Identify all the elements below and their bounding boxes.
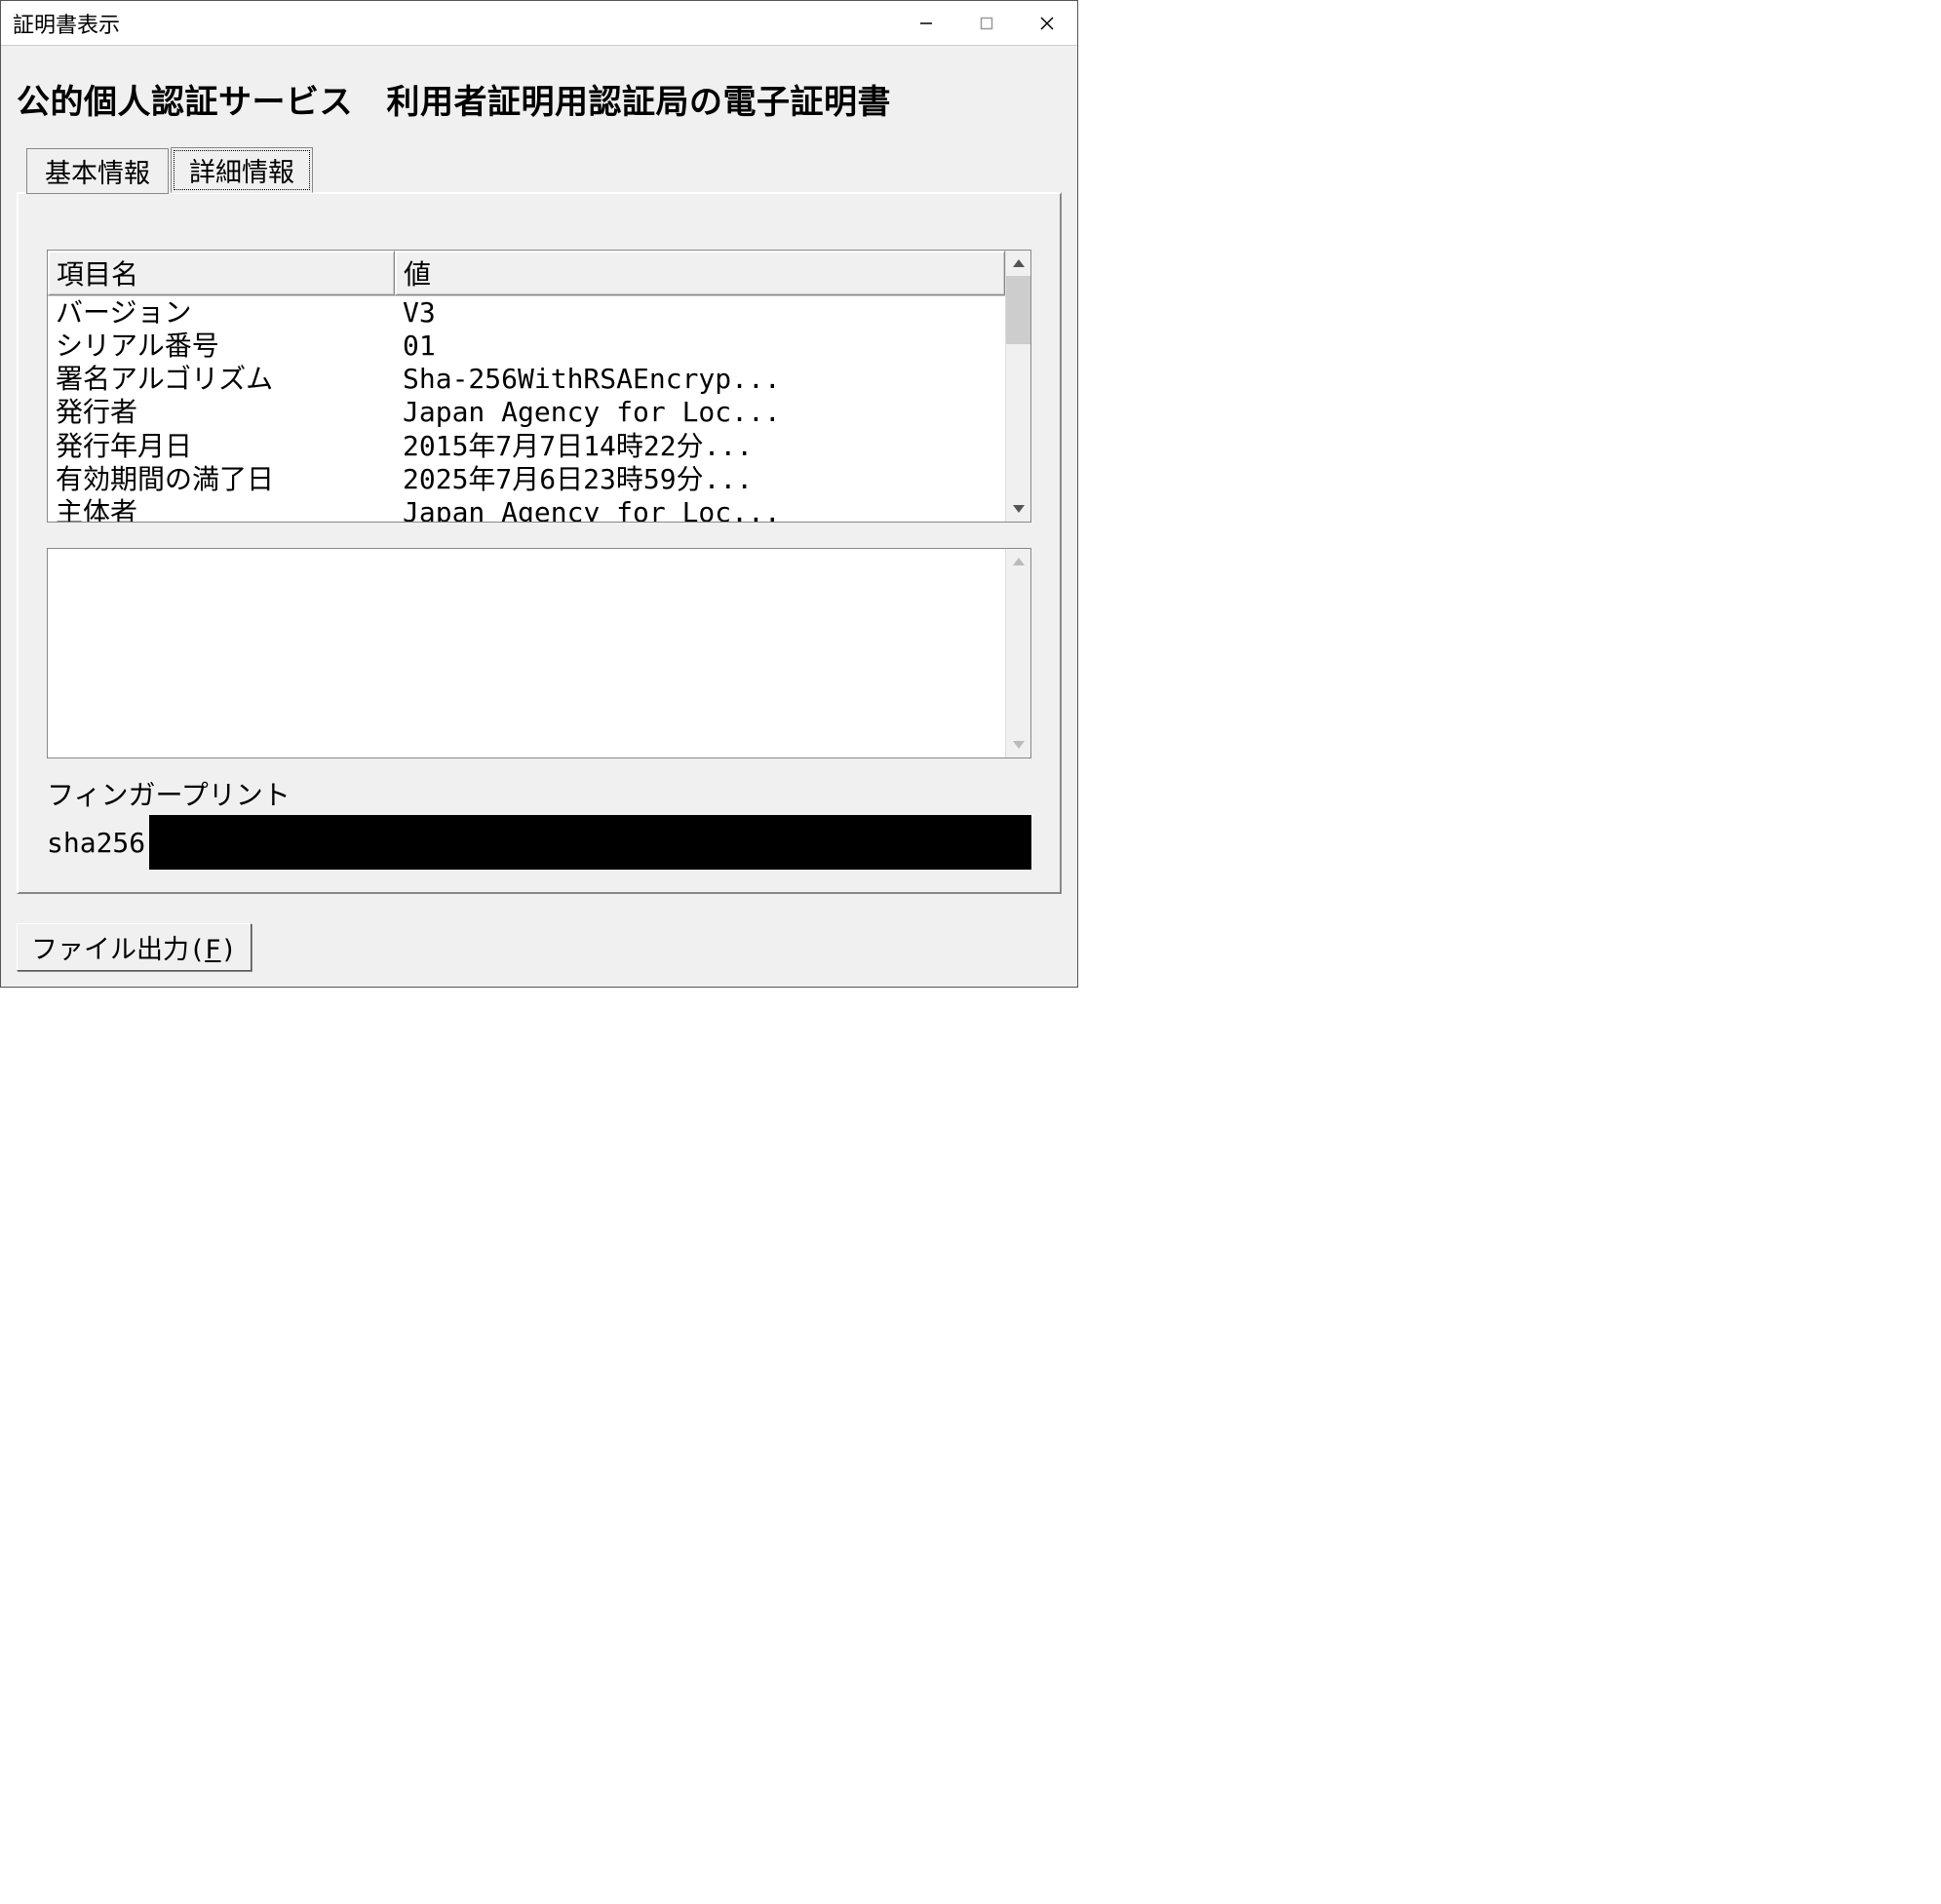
cell-value: Japan Agency for Loc... [395,496,1005,522]
tab-basic-info[interactable]: 基本情報 [26,148,169,194]
tab-panel: 項目名 値 バージョン V3 シリアル番号 01 署名アルゴリ [17,192,1062,894]
cell-name: 有効期間の満了日 [48,463,395,496]
cell-value: 2025年7月6日23時59分... [395,463,1005,496]
file-output-button[interactable]: ファイル出力(F) [17,923,252,971]
content-area: 公的個人認証サービス 利用者証明用認証局の電子証明書 基本情報 詳細情報 項目名… [1,46,1077,913]
properties-listview[interactable]: 項目名 値 バージョン V3 シリアル番号 01 署名アルゴリ [47,250,1031,523]
column-header-value[interactable]: 値 [395,251,1005,295]
tab-row: 基本情報 詳細情報 [26,146,1062,192]
list-row[interactable]: 発行者 Japan Agency for Loc... [48,396,1005,429]
scroll-up-icon[interactable] [1006,251,1030,276]
list-row[interactable]: バージョン V3 [48,296,1005,330]
file-output-label-prefix: ファイル出力( [31,935,205,965]
fingerprint-algo: sha256 [47,827,145,859]
scroll-track[interactable] [1006,344,1030,496]
scroll-thumb[interactable] [1006,276,1030,344]
fingerprint-label: フィンガープリント [47,774,1031,813]
list-rows: バージョン V3 シリアル番号 01 署名アルゴリズム Sha-256WithR… [48,296,1005,522]
list-scrollbar[interactable] [1005,251,1030,522]
list-row[interactable]: 有効期間の満了日 2025年7月6日23時59分... [48,463,1005,496]
close-button[interactable] [1017,1,1077,45]
fingerprint-section: フィンガープリント sha256 [47,774,1031,870]
scroll-down-icon[interactable] [1006,496,1030,522]
tab-detail-info[interactable]: 詳細情報 [171,147,313,193]
list-row[interactable]: 署名アルゴリズム Sha-256WithRSAEncryp... [48,363,1005,396]
cell-value: Japan Agency for Loc... [395,396,1005,429]
file-output-label-suffix: ) [221,935,237,965]
bottom-bar: ファイル出力(F) [1,913,1077,987]
cell-value: 2015年7月7日14時22分... [395,430,1005,463]
certificate-window: 証明書表示 公的個人認証サービス 利用者証明用認証局の電子証明書 基本情報 詳細… [0,0,1078,988]
cell-name: 署名アルゴリズム [48,363,395,396]
list-row[interactable]: シリアル番号 01 [48,330,1005,363]
cell-value: Sha-256WithRSAEncryp... [395,363,1005,396]
cell-name: 発行者 [48,396,395,429]
window-controls [896,1,1077,45]
cell-name: 発行年月日 [48,430,395,463]
list-row[interactable]: 発行年月日 2015年7月7日14時22分... [48,430,1005,463]
cell-value: V3 [395,296,1005,330]
titlebar: 証明書表示 [1,1,1077,46]
scroll-down-icon[interactable] [1006,732,1030,758]
minimize-button[interactable] [896,1,956,45]
list-header: 項目名 値 [48,251,1005,296]
list-row[interactable]: 主体者 Japan Agency for Loc... [48,496,1005,522]
window-title: 証明書表示 [13,8,120,39]
cell-name: シリアル番号 [48,330,395,363]
maximize-button [956,1,1017,45]
cell-name: 主体者 [48,496,395,522]
file-output-access-key: F [205,935,220,965]
page-title: 公的個人認証サービス 利用者証明用認証局の電子証明書 [17,75,1062,123]
cell-value: 01 [395,330,1005,363]
detail-scrollbar[interactable] [1005,549,1030,758]
scroll-up-icon[interactable] [1006,549,1030,574]
fingerprint-value-redacted [149,815,1031,870]
scroll-track[interactable] [1006,574,1030,732]
cell-name: バージョン [48,296,395,330]
detail-text [48,549,1005,758]
column-header-name[interactable]: 項目名 [48,251,395,295]
detail-textbox[interactable] [47,548,1031,758]
